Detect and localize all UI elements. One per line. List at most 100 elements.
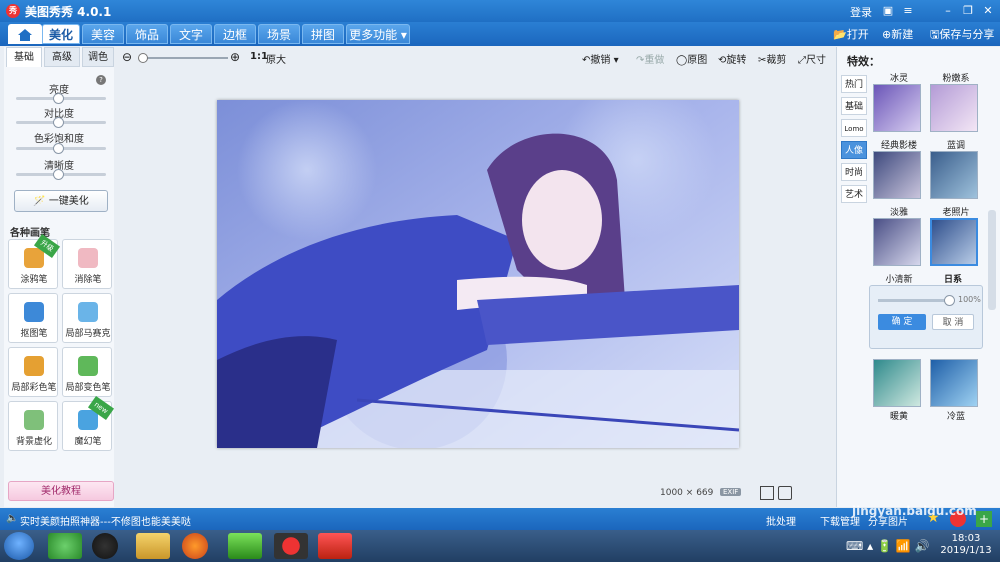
original-label: 原图 — [687, 55, 708, 66]
save-share-button[interactable]: 🖫保存与分享 — [930, 26, 994, 45]
new-button[interactable]: ⊕新建 — [882, 26, 913, 42]
batch-button[interactable]: 批处理 — [766, 513, 796, 528]
exif-badge[interactable]: EXIF — [720, 488, 742, 496]
slider-knob[interactable] — [52, 169, 64, 180]
tab-face[interactable]: 美容 — [82, 24, 124, 44]
right-panel: 特效： 热门 基础 Lomo 人像 时尚 艺术 冰灵 粉嫩系 经典影楼 蓝调 淡… — [836, 47, 1000, 507]
confirm-button[interactable]: 确 定 — [878, 314, 926, 330]
contrast-slider[interactable] — [16, 117, 106, 128]
slider-knob[interactable] — [52, 93, 64, 104]
category-art[interactable]: 艺术 — [841, 185, 867, 203]
close-icon[interactable]: ✕ — [980, 3, 996, 19]
open-label: 打开 — [846, 28, 869, 41]
media-player-icon[interactable] — [228, 533, 262, 559]
tab-accessories[interactable]: 饰品 — [126, 24, 168, 44]
zoom-slider[interactable] — [138, 53, 228, 63]
os-taskbar: ⌨ ▴ 🔋 📶 🔊 18:03 2019/1/13 — [0, 530, 1000, 562]
rotate-button[interactable]: ⟲旋转 — [718, 51, 746, 66]
undo-button[interactable]: ↶撤销 ▾ — [582, 51, 619, 66]
category-portrait[interactable]: 人像 — [841, 141, 867, 159]
effect-thumbnail-selected[interactable] — [930, 218, 978, 266]
login-link[interactable]: 登录 — [850, 4, 872, 20]
zoom-knob[interactable] — [138, 53, 148, 63]
resize-button[interactable]: ⤢尺寸 — [798, 51, 826, 66]
fit-screen-icon[interactable] — [778, 486, 792, 500]
add-icon[interactable]: + — [976, 511, 992, 527]
tab-scene[interactable]: 场景 — [258, 24, 300, 44]
opacity-slider[interactable] — [878, 295, 955, 306]
tab-beautify[interactable]: 美化 — [42, 24, 80, 44]
home-icon — [18, 29, 32, 41]
effect-thumbnail[interactable] — [930, 151, 978, 199]
tutorial-label: 美化教程 — [41, 486, 81, 497]
brush-recolor[interactable]: 局部变色笔 — [62, 347, 112, 397]
original-image-button[interactable]: ◯原图 — [676, 51, 707, 66]
category-fashion[interactable]: 时尚 — [841, 163, 867, 181]
folder-icon: 📂 — [833, 28, 847, 41]
original-size-button[interactable]: 原大 — [266, 51, 286, 66]
chevron-down-icon: ▾ — [397, 28, 407, 42]
effect-thumbnail[interactable] — [930, 84, 978, 132]
circle-icon: ◯ — [676, 55, 688, 66]
redo-button[interactable]: ↷重做 — [636, 51, 664, 66]
brush-blur-bg[interactable]: 背景虚化 — [8, 401, 58, 451]
category-lomo[interactable]: Lomo — [841, 119, 867, 137]
one-key-beautify-button[interactable]: 🪄 一键美化 — [14, 190, 108, 212]
tab-text[interactable]: 文字 — [170, 24, 212, 44]
status-message[interactable]: 实时美颜拍照神器---不修图也能美美哒 — [20, 513, 191, 528]
brightness-slider[interactable] — [16, 93, 106, 104]
brush-doodle[interactable]: 升级 涂鸦笔 — [8, 233, 61, 289]
opacity-knob[interactable] — [944, 295, 955, 306]
tab-collage[interactable]: 拼图 — [302, 24, 344, 44]
brush-magic[interactable]: new 魔幻笔 — [62, 395, 115, 451]
zoom-out-icon[interactable]: ⊖ — [122, 50, 132, 64]
crop-button[interactable]: ✂裁剪 — [758, 51, 786, 66]
clock[interactable]: 18:03 2019/1/13 — [936, 533, 996, 557]
brush-eraser[interactable]: 消除笔 — [62, 239, 112, 289]
sharpness-slider[interactable] — [16, 169, 106, 180]
maximize-icon[interactable]: ❐ — [960, 3, 976, 19]
brush-label: 消除笔 — [74, 275, 102, 285]
effect-thumbnail[interactable] — [873, 218, 921, 266]
category-basic[interactable]: 基础 — [841, 97, 867, 115]
slider-knob[interactable] — [52, 143, 64, 154]
brush-cutout[interactable]: 抠图笔 — [8, 293, 58, 343]
tab-more[interactable]: 更多功能 ▾ — [346, 24, 410, 44]
start-button[interactable] — [4, 532, 34, 560]
explorer-icon[interactable] — [136, 533, 170, 559]
slider-knob[interactable] — [52, 117, 64, 128]
effect-thumbnail[interactable] — [873, 84, 921, 132]
menu-icon[interactable]: ≡ — [900, 3, 916, 19]
browser-360-icon[interactable] — [48, 533, 82, 559]
system-tray-icons[interactable]: ⌨ ▴ 🔋 📶 🔊 — [846, 539, 929, 553]
compare-icon[interactable] — [760, 486, 774, 500]
qq-icon[interactable] — [92, 533, 118, 559]
effects-scrollbar[interactable] — [988, 210, 996, 310]
tutorial-button[interactable]: 美化教程 — [8, 481, 114, 501]
open-button[interactable]: 📂打开 — [833, 26, 869, 42]
cancel-button[interactable]: 取 消 — [932, 314, 974, 330]
effect-thumbnail[interactable] — [930, 359, 978, 407]
tab-advanced[interactable]: 高级 — [44, 47, 80, 67]
home-button[interactable] — [8, 24, 42, 44]
category-hot[interactable]: 热门 — [841, 75, 867, 93]
record-icon[interactable] — [274, 533, 308, 559]
brush-label: 背景虚化 — [15, 437, 52, 447]
effect-label: 暖黄 — [889, 412, 908, 422]
effect-label-selected: 日系 — [943, 275, 962, 285]
tab-border[interactable]: 边框 — [214, 24, 256, 44]
brush-local-color[interactable]: 局部彩色笔 — [8, 347, 58, 397]
photo-canvas[interactable] — [217, 100, 739, 448]
effect-thumbnail[interactable] — [873, 151, 921, 199]
tab-color[interactable]: 调色 — [82, 47, 114, 67]
firefox-icon[interactable] — [182, 533, 208, 559]
brush-mosaic[interactable]: 局部马赛克 — [62, 293, 112, 343]
zoom-in-icon[interactable]: ⊕ — [230, 50, 240, 64]
meitu-taskbar-icon[interactable] — [318, 533, 352, 559]
saturation-slider[interactable] — [16, 143, 106, 154]
feedback-icon[interactable]: ▣ — [880, 3, 896, 19]
effect-label: 冰灵 — [889, 74, 908, 84]
minimize-icon[interactable]: – — [940, 3, 956, 19]
tab-basic[interactable]: 基础 — [6, 47, 42, 67]
effect-thumbnail[interactable] — [873, 359, 921, 407]
